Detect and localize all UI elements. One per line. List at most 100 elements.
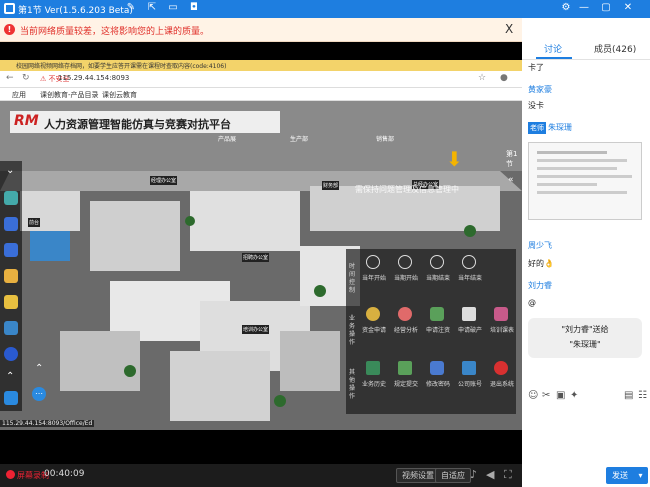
minimize-button[interactable]: —: [578, 2, 590, 14]
collapse-icon[interactable]: «: [508, 175, 514, 185]
menu-item-bankrupt[interactable]: 申请破产: [458, 325, 482, 334]
emoji-icon[interactable]: ☺: [528, 390, 538, 401]
app-logo-icon: [4, 3, 15, 14]
room-label[interactable]: 招聘办公室: [242, 253, 270, 262]
more-button[interactable]: ⋯: [32, 387, 46, 401]
clock-icon[interactable]: [366, 255, 380, 269]
cube-icon[interactable]: [4, 191, 18, 205]
star-icon[interactable]: ☆: [478, 73, 486, 83]
auto-fit-button[interactable]: 自适应: [435, 468, 471, 483]
menu-item-history[interactable]: 业务历史: [362, 379, 386, 388]
microphone-icon[interactable]: ♪: [470, 468, 477, 481]
overlay-caption: 需保持问题管理及信息管理中: [355, 185, 459, 194]
close-button[interactable]: ✕: [622, 2, 634, 14]
menu-item-submit[interactable]: 规定提交: [394, 379, 418, 388]
menu-item-year-end[interactable]: 当年结束: [458, 273, 482, 282]
monitor-icon[interactable]: [4, 321, 18, 335]
bank-icon[interactable]: [462, 307, 476, 321]
bookmark-products[interactable]: 课创教育-产品目录: [40, 90, 99, 100]
elapsed-time: 00:40:09: [44, 469, 85, 479]
chart-icon[interactable]: [4, 243, 18, 257]
menu-item-period-end[interactable]: 当期结束: [426, 273, 450, 282]
doc-line: [537, 159, 627, 162]
settings-icon[interactable]: ⚙: [560, 2, 572, 14]
gift-icon[interactable]: ✦: [570, 390, 578, 401]
globe-icon[interactable]: [4, 347, 18, 361]
menu-item-year-start[interactable]: 当年开始: [362, 273, 386, 282]
chat-sender[interactable]: 朱琛珊: [548, 122, 572, 133]
bookmark-cloud[interactable]: 课创云教育: [102, 90, 137, 100]
doc-line: [537, 175, 632, 178]
back-icon[interactable]: ←: [6, 73, 14, 83]
chat-message: @: [528, 298, 536, 307]
room-label[interactable]: 前台: [28, 218, 41, 227]
room-label[interactable]: 财务部: [322, 181, 340, 190]
home-icon[interactable]: [4, 391, 18, 405]
training-icon[interactable]: [494, 307, 508, 321]
edit-icon[interactable]: ✎: [125, 2, 137, 14]
maximize-button[interactable]: ▢: [600, 2, 612, 14]
menu-item-password[interactable]: 修改密码: [426, 379, 450, 388]
send-button[interactable]: 发送 ▾: [606, 467, 648, 484]
doc-icon[interactable]: [4, 295, 18, 309]
gift-line-1: "刘力睿"送给: [561, 325, 609, 334]
record-icon[interactable]: [6, 470, 15, 479]
menu-item-fund-apply[interactable]: 资金申请: [362, 325, 386, 334]
monitor-icon[interactable]: [462, 361, 476, 375]
hand-icon[interactable]: [4, 269, 18, 283]
room-label[interactable]: 经理办公室: [150, 176, 178, 185]
image-icon[interactable]: ▣: [556, 390, 565, 401]
chat-sender[interactable]: 周少飞: [528, 240, 552, 251]
menu-item-analysis[interactable]: 经营分析: [394, 325, 418, 334]
warning-close-button[interactable]: X: [505, 22, 513, 36]
fullscreen-icon[interactable]: ⛶: [504, 468, 512, 482]
layers-icon[interactable]: [4, 217, 18, 231]
menu-item-training[interactable]: 培训课表: [490, 325, 514, 334]
export-icon[interactable]: ⇱: [146, 2, 158, 14]
right-tab-label[interactable]: 第1节: [506, 149, 522, 169]
chevron-down-icon[interactable]: ⌄: [6, 165, 14, 176]
lock-icon[interactable]: [430, 361, 444, 375]
submit-icon[interactable]: [398, 361, 412, 375]
camera-icon[interactable]: ◘: [188, 2, 200, 14]
tab-discussion[interactable]: 讨论: [544, 42, 562, 55]
power-icon[interactable]: [494, 361, 508, 375]
chat-input[interactable]: [522, 408, 650, 464]
alert-icon: !: [4, 24, 15, 35]
chevron-down-icon[interactable]: ▾: [639, 471, 643, 480]
more-icon[interactable]: ☷: [638, 390, 647, 401]
room-label[interactable]: 培训办公室: [242, 325, 270, 334]
scissors-icon[interactable]: ✂: [542, 390, 550, 401]
menu-item-logout[interactable]: 退出系统: [490, 379, 514, 388]
office-3d-scene[interactable]: RM 人力资源管理智能仿真与竞赛对抗平台 产品展 生产部 销售部 经理办公室 总…: [0, 101, 522, 430]
volume-icon[interactable]: ◀: [486, 468, 494, 481]
chat-sender[interactable]: 刘力睿: [528, 280, 552, 291]
browser-window-text: 校园网络视频网络存档网，如要学生应答开课需在课程时查取内容(code:4106): [16, 63, 227, 70]
window-title: 第1节 Ver(1.5.6.203 Beta): [18, 6, 133, 16]
bookmark-apps[interactable]: 应用: [12, 90, 26, 100]
warning-text: 当前网络质量较差，这将影响您的上课的质量。: [20, 27, 210, 37]
address-bar[interactable]: 115.29.44.154:8093: [58, 74, 129, 82]
chevron-up-icon[interactable]: ⌃: [6, 371, 14, 382]
clock-icon[interactable]: [398, 255, 412, 269]
money-bag-icon[interactable]: [366, 307, 380, 321]
menu-item-capital[interactable]: 申请注资: [426, 325, 450, 334]
menu-item-account[interactable]: 公司账号: [458, 379, 482, 388]
analysis-icon[interactable]: [398, 307, 412, 321]
video-settings-button[interactable]: 视频设置: [396, 468, 440, 483]
history-icon[interactable]: [366, 361, 380, 375]
refresh-icon[interactable]: ↻: [22, 73, 30, 83]
shared-document-image[interactable]: [528, 142, 642, 220]
clock-icon[interactable]: [430, 255, 444, 269]
folder-icon[interactable]: ▭: [167, 2, 179, 14]
chat-sender[interactable]: 黄家豪: [528, 84, 552, 95]
top-label-sales: 销售部: [376, 136, 395, 143]
invest-icon[interactable]: [430, 307, 444, 321]
clock-icon[interactable]: [462, 255, 476, 269]
menu-item-period-start[interactable]: 当期开始: [394, 273, 418, 282]
history-list-icon[interactable]: ▤: [624, 390, 633, 401]
profile-icon[interactable]: ●: [500, 73, 508, 83]
tab-members[interactable]: 成员(426): [594, 42, 636, 55]
chevron-up-icon[interactable]: ⌃: [35, 363, 43, 374]
left-toolbar: ⌄ ⌃: [0, 161, 22, 411]
